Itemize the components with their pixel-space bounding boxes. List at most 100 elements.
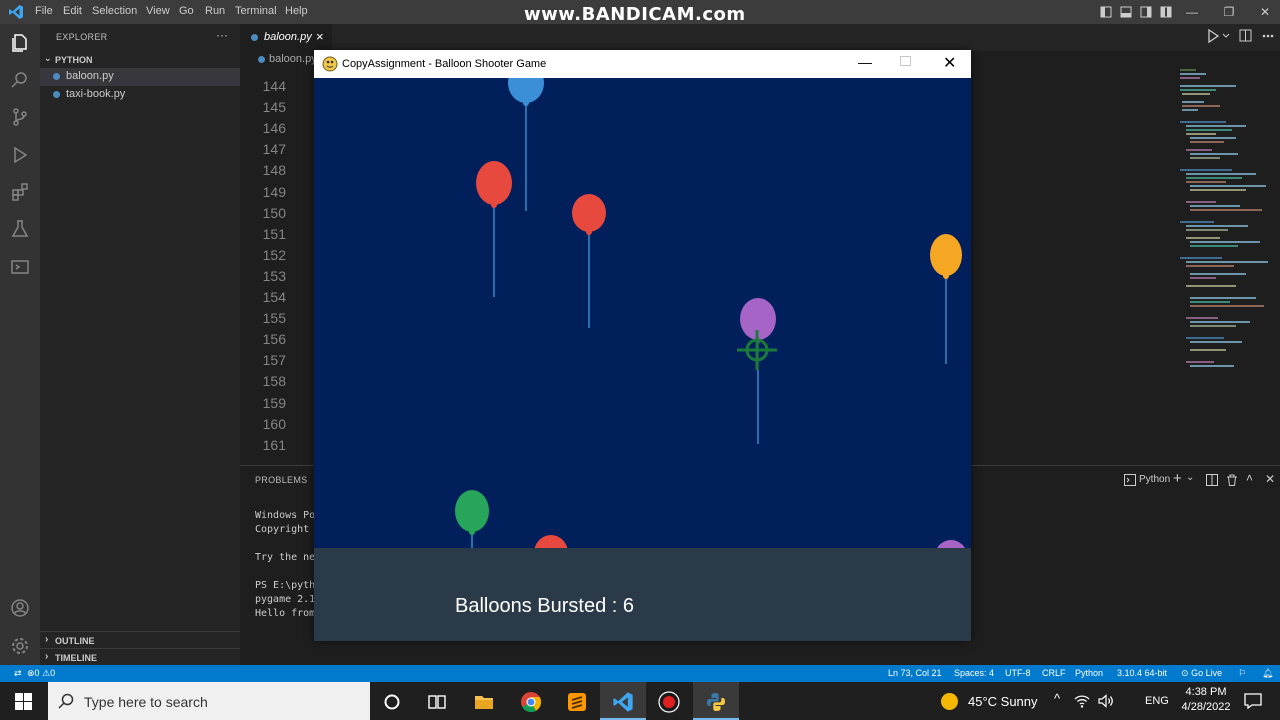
settings-gear-icon[interactable]: [10, 636, 30, 656]
extensions-icon[interactable]: [10, 182, 30, 202]
wifi-icon[interactable]: [1074, 694, 1090, 708]
folder-python[interactable]: ⌄ PYTHON: [40, 52, 240, 68]
terminal-line: Try the new: [255, 552, 322, 563]
terminal-shell-label[interactable]: Python: [1139, 474, 1170, 485]
balloon[interactable]: [455, 490, 489, 548]
language-mode[interactable]: Python: [1075, 668, 1103, 678]
sunny-weather-icon[interactable]: [940, 692, 959, 711]
minimize-icon[interactable]: —: [858, 54, 872, 70]
file-item-baloon[interactable]: baloon.py: [40, 68, 240, 86]
indentation[interactable]: Spaces: 4: [954, 668, 994, 678]
menu-selection[interactable]: Selection: [92, 5, 137, 17]
outline-section[interactable]: › OUTLINE: [40, 631, 240, 648]
minimize-icon[interactable]: —: [1183, 3, 1201, 21]
menu-view[interactable]: View: [146, 5, 170, 17]
breadcrumb-file[interactable]: baloon.py: [269, 53, 317, 65]
problems-indicator[interactable]: ⊗0 ⚠0: [27, 668, 55, 679]
split-terminal-icon[interactable]: [1206, 474, 1218, 486]
python-interpreter[interactable]: 3.10.4 64-bit: [1117, 668, 1167, 678]
cursor-position[interactable]: Ln 73, Col 21: [888, 668, 942, 678]
task-view-icon[interactable]: [426, 691, 448, 713]
show-hidden-icons-icon[interactable]: ^: [1054, 691, 1060, 706]
file-explorer-icon[interactable]: [473, 691, 495, 713]
file-item-taxi-book[interactable]: taxi-book.py: [40, 86, 240, 104]
terminal-line: Copyright (: [255, 524, 322, 535]
menu-go[interactable]: Go: [179, 5, 194, 17]
input-language[interactable]: ENG: [1145, 695, 1169, 707]
remote-icon[interactable]: ⇄: [14, 668, 22, 679]
weather-text[interactable]: 45°C Sunny: [968, 694, 1038, 709]
tab-close-icon[interactable]: ×: [316, 29, 324, 44]
balloon[interactable]: [476, 161, 512, 297]
new-terminal-icon[interactable]: +: [1173, 470, 1182, 487]
game-title-bar[interactable]: CopyAssignment - Balloon Shooter Game — …: [314, 50, 971, 78]
clock-time: 4:38 PM: [1185, 686, 1227, 698]
balloon[interactable]: [740, 298, 776, 444]
bandicam-record-icon[interactable]: [658, 691, 680, 713]
run-debug-icon[interactable]: [10, 145, 30, 165]
notifications-bell-icon[interactable]: 🔔︎: [1262, 668, 1273, 679]
run-python-file-icon[interactable]: [1206, 28, 1276, 44]
menu-edit[interactable]: Edit: [63, 5, 82, 17]
sublime-text-icon[interactable]: [566, 691, 588, 713]
more-actions-icon[interactable]: ···: [216, 28, 228, 42]
menu-run[interactable]: Run: [205, 5, 225, 17]
line-number: 147: [262, 141, 286, 158]
cortana-icon[interactable]: [381, 691, 403, 713]
go-live-label: Go Live: [1191, 668, 1223, 678]
menu-file[interactable]: File: [35, 5, 53, 17]
testing-flask-icon[interactable]: [10, 219, 30, 239]
feedback-icon[interactable]: ⚐: [1238, 668, 1246, 679]
tab-problems[interactable]: PROBLEMS: [255, 475, 307, 485]
trash-icon[interactable]: [1226, 474, 1238, 486]
python-file-icon: [251, 34, 258, 41]
vscode-icon: [613, 692, 633, 712]
balloon[interactable]: [930, 234, 962, 364]
title-bar: File Edit Selection View Go Run Terminal…: [0, 0, 1280, 25]
line-number: 161: [262, 436, 286, 453]
accounts-icon[interactable]: [10, 598, 30, 618]
tab-baloon-py[interactable]: baloon.py ×: [240, 24, 332, 51]
remote-explorer-icon[interactable]: [10, 257, 30, 277]
python-icon: [707, 693, 725, 711]
search-icon[interactable]: [10, 70, 30, 90]
maximize-icon: [900, 56, 911, 66]
action-center-icon[interactable]: [1244, 693, 1262, 709]
vscode-taskbar-button[interactable]: [600, 682, 646, 720]
line-number: 160: [262, 415, 286, 432]
layout-toggle-icons[interactable]: [1100, 6, 1172, 18]
line-number: 146: [262, 120, 286, 137]
source-control-icon[interactable]: [10, 107, 30, 127]
clock[interactable]: 4:38 PM 4/28/2022: [1178, 686, 1234, 713]
go-live-button[interactable]: ⊙ Go Live: [1181, 668, 1222, 679]
encoding[interactable]: UTF-8: [1005, 668, 1031, 678]
menu-terminal[interactable]: Terminal: [235, 5, 277, 17]
volume-icon[interactable]: [1098, 694, 1114, 708]
files-icon[interactable]: [10, 32, 30, 52]
close-icon[interactable]: ✕: [1256, 3, 1274, 21]
maximize-panel-icon[interactable]: ˄: [1246, 471, 1253, 485]
line-number: 159: [262, 394, 286, 411]
menu-help[interactable]: Help: [285, 5, 308, 17]
chrome-icon[interactable]: [520, 691, 542, 713]
timeline-section[interactable]: › TIMELINE: [40, 648, 240, 665]
balloon[interactable]: [508, 78, 544, 211]
balloon[interactable]: [572, 194, 606, 328]
restore-icon[interactable]: ❐: [1220, 3, 1238, 21]
game-canvas[interactable]: [314, 78, 971, 548]
balloon[interactable]: [935, 540, 967, 548]
error-icon: ⊗: [27, 668, 35, 678]
end-of-line[interactable]: CRLF: [1042, 668, 1066, 678]
chevron-down-icon[interactable]: ⌄: [1186, 472, 1194, 483]
pygame-taskbar-button[interactable]: [693, 682, 739, 720]
windows-start-icon[interactable]: [15, 693, 32, 710]
line-number: 149: [262, 183, 286, 200]
close-panel-icon[interactable]: ✕: [1265, 472, 1275, 486]
python-file-icon: [53, 91, 60, 98]
close-icon[interactable]: ✕: [943, 53, 956, 73]
balloon[interactable]: [534, 535, 568, 548]
taskbar-search-box[interactable]: Type here to search: [48, 682, 370, 720]
activity-bar: [0, 24, 40, 665]
minimap[interactable]: [1176, 67, 1276, 387]
balloon-layer[interactable]: [314, 78, 971, 548]
